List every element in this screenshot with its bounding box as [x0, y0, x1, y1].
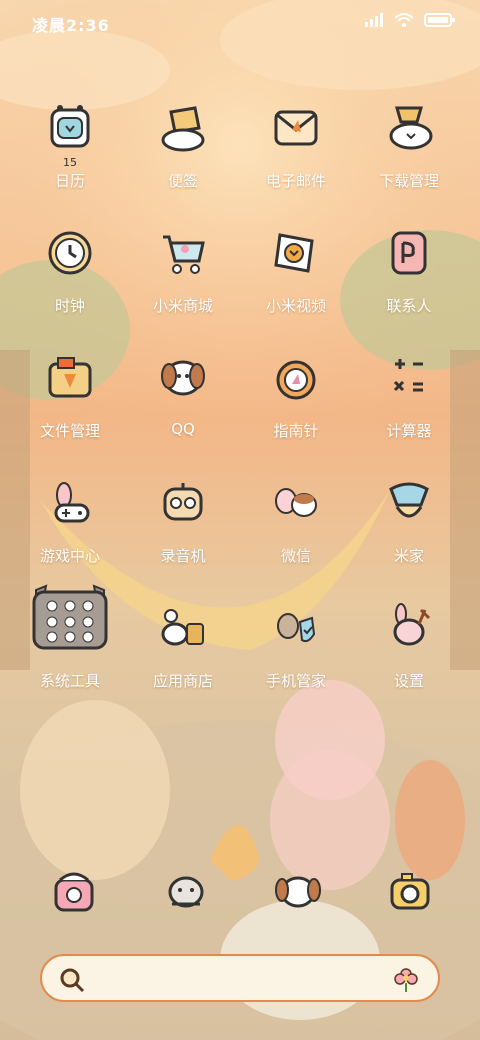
app-mi-store[interactable]: 小米商城 [133, 215, 233, 325]
calendar-date: 15 [63, 156, 77, 169]
dock [0, 860, 480, 930]
app-mi-video[interactable]: 小米视频 [246, 215, 346, 325]
recorder-icon [163, 483, 203, 521]
contacts-icon [391, 231, 427, 275]
app-label: 下载管理 [378, 172, 439, 190]
app-mijia[interactable]: 米家 [359, 465, 459, 575]
flower-icon[interactable] [392, 966, 420, 994]
app-contacts[interactable]: 联系人 [359, 215, 459, 325]
app-label: 设置 [393, 672, 424, 690]
video-icon [274, 233, 314, 273]
folder-icon [48, 357, 92, 398]
app-wechat[interactable]: 微信 [246, 465, 346, 575]
app-label: 米家 [393, 547, 424, 565]
notes-icon [161, 106, 205, 152]
status-time: 凌晨2:36 [32, 16, 110, 35]
app-game-center[interactable]: 游戏中心 [20, 465, 120, 575]
app-recorder[interactable]: 录音机 [133, 465, 233, 575]
mijia-icon [389, 482, 429, 518]
status-bar: 凌晨2:36 [0, 0, 480, 40]
wechat-icon [275, 488, 317, 517]
compass-icon [276, 360, 316, 400]
app-email[interactable]: 电子邮件 [246, 90, 346, 200]
camera-icon[interactable] [382, 864, 438, 920]
search-icon [60, 968, 85, 993]
download-icon [389, 106, 433, 150]
app-clock[interactable]: 时钟 [20, 215, 120, 325]
phone-icon[interactable] [46, 864, 102, 920]
app-label: 日历 [54, 172, 85, 190]
app-label: 微信 [280, 547, 311, 565]
system-tools-folder-icon [32, 584, 108, 650]
battery-icon [424, 13, 455, 27]
app-label: 手机管家 [265, 672, 326, 690]
search-bar[interactable] [40, 954, 440, 1002]
security-icon [277, 613, 316, 643]
app-download[interactable]: 下载管理 [359, 90, 459, 200]
app-label: 时钟 [54, 297, 85, 315]
qq-icon [161, 360, 205, 396]
calendar-icon [50, 105, 90, 148]
app-settings[interactable]: 设置 [359, 590, 459, 700]
app-label: QQ [171, 420, 195, 438]
app-app-store[interactable]: 应用商店 [133, 590, 233, 700]
calculator-icon [393, 359, 423, 392]
email-icon [274, 110, 318, 146]
app-qq[interactable]: QQ [133, 340, 233, 450]
contacts-cat-icon[interactable] [158, 864, 214, 920]
app-label: 小米视频 [265, 297, 326, 315]
app-label: 联系人 [386, 297, 432, 315]
app-calendar[interactable]: 15 日历 [20, 90, 120, 200]
app-calculator[interactable]: 计算器 [359, 340, 459, 450]
app-file-manager[interactable]: 文件管理 [20, 340, 120, 450]
app-notes[interactable]: 便签 [133, 90, 233, 200]
folder-system-tools[interactable]: 系统工具 [20, 584, 120, 700]
status-icons [364, 12, 456, 28]
clock-icon [48, 231, 92, 275]
signal-icon [365, 13, 383, 27]
settings-icon [393, 603, 431, 646]
app-label: 游戏中心 [39, 547, 100, 565]
app-label: 计算器 [386, 422, 432, 440]
app-label: 小米商城 [152, 297, 213, 315]
app-security[interactable]: 手机管家 [246, 590, 346, 700]
app-label: 电子邮件 [265, 172, 326, 190]
app-label: 应用商店 [152, 672, 213, 690]
wifi-icon [394, 13, 414, 27]
app-label: 文件管理 [39, 422, 100, 440]
shopping-cart-icon [163, 235, 205, 274]
game-center-icon [54, 482, 90, 523]
app-label: 便签 [167, 172, 198, 190]
app-store-icon [161, 609, 204, 646]
app-label: 系统工具 [39, 672, 100, 690]
app-label: 录音机 [160, 547, 206, 565]
app-label: 指南针 [273, 422, 319, 440]
messages-icon[interactable] [270, 864, 326, 920]
app-compass[interactable]: 指南针 [246, 340, 346, 450]
